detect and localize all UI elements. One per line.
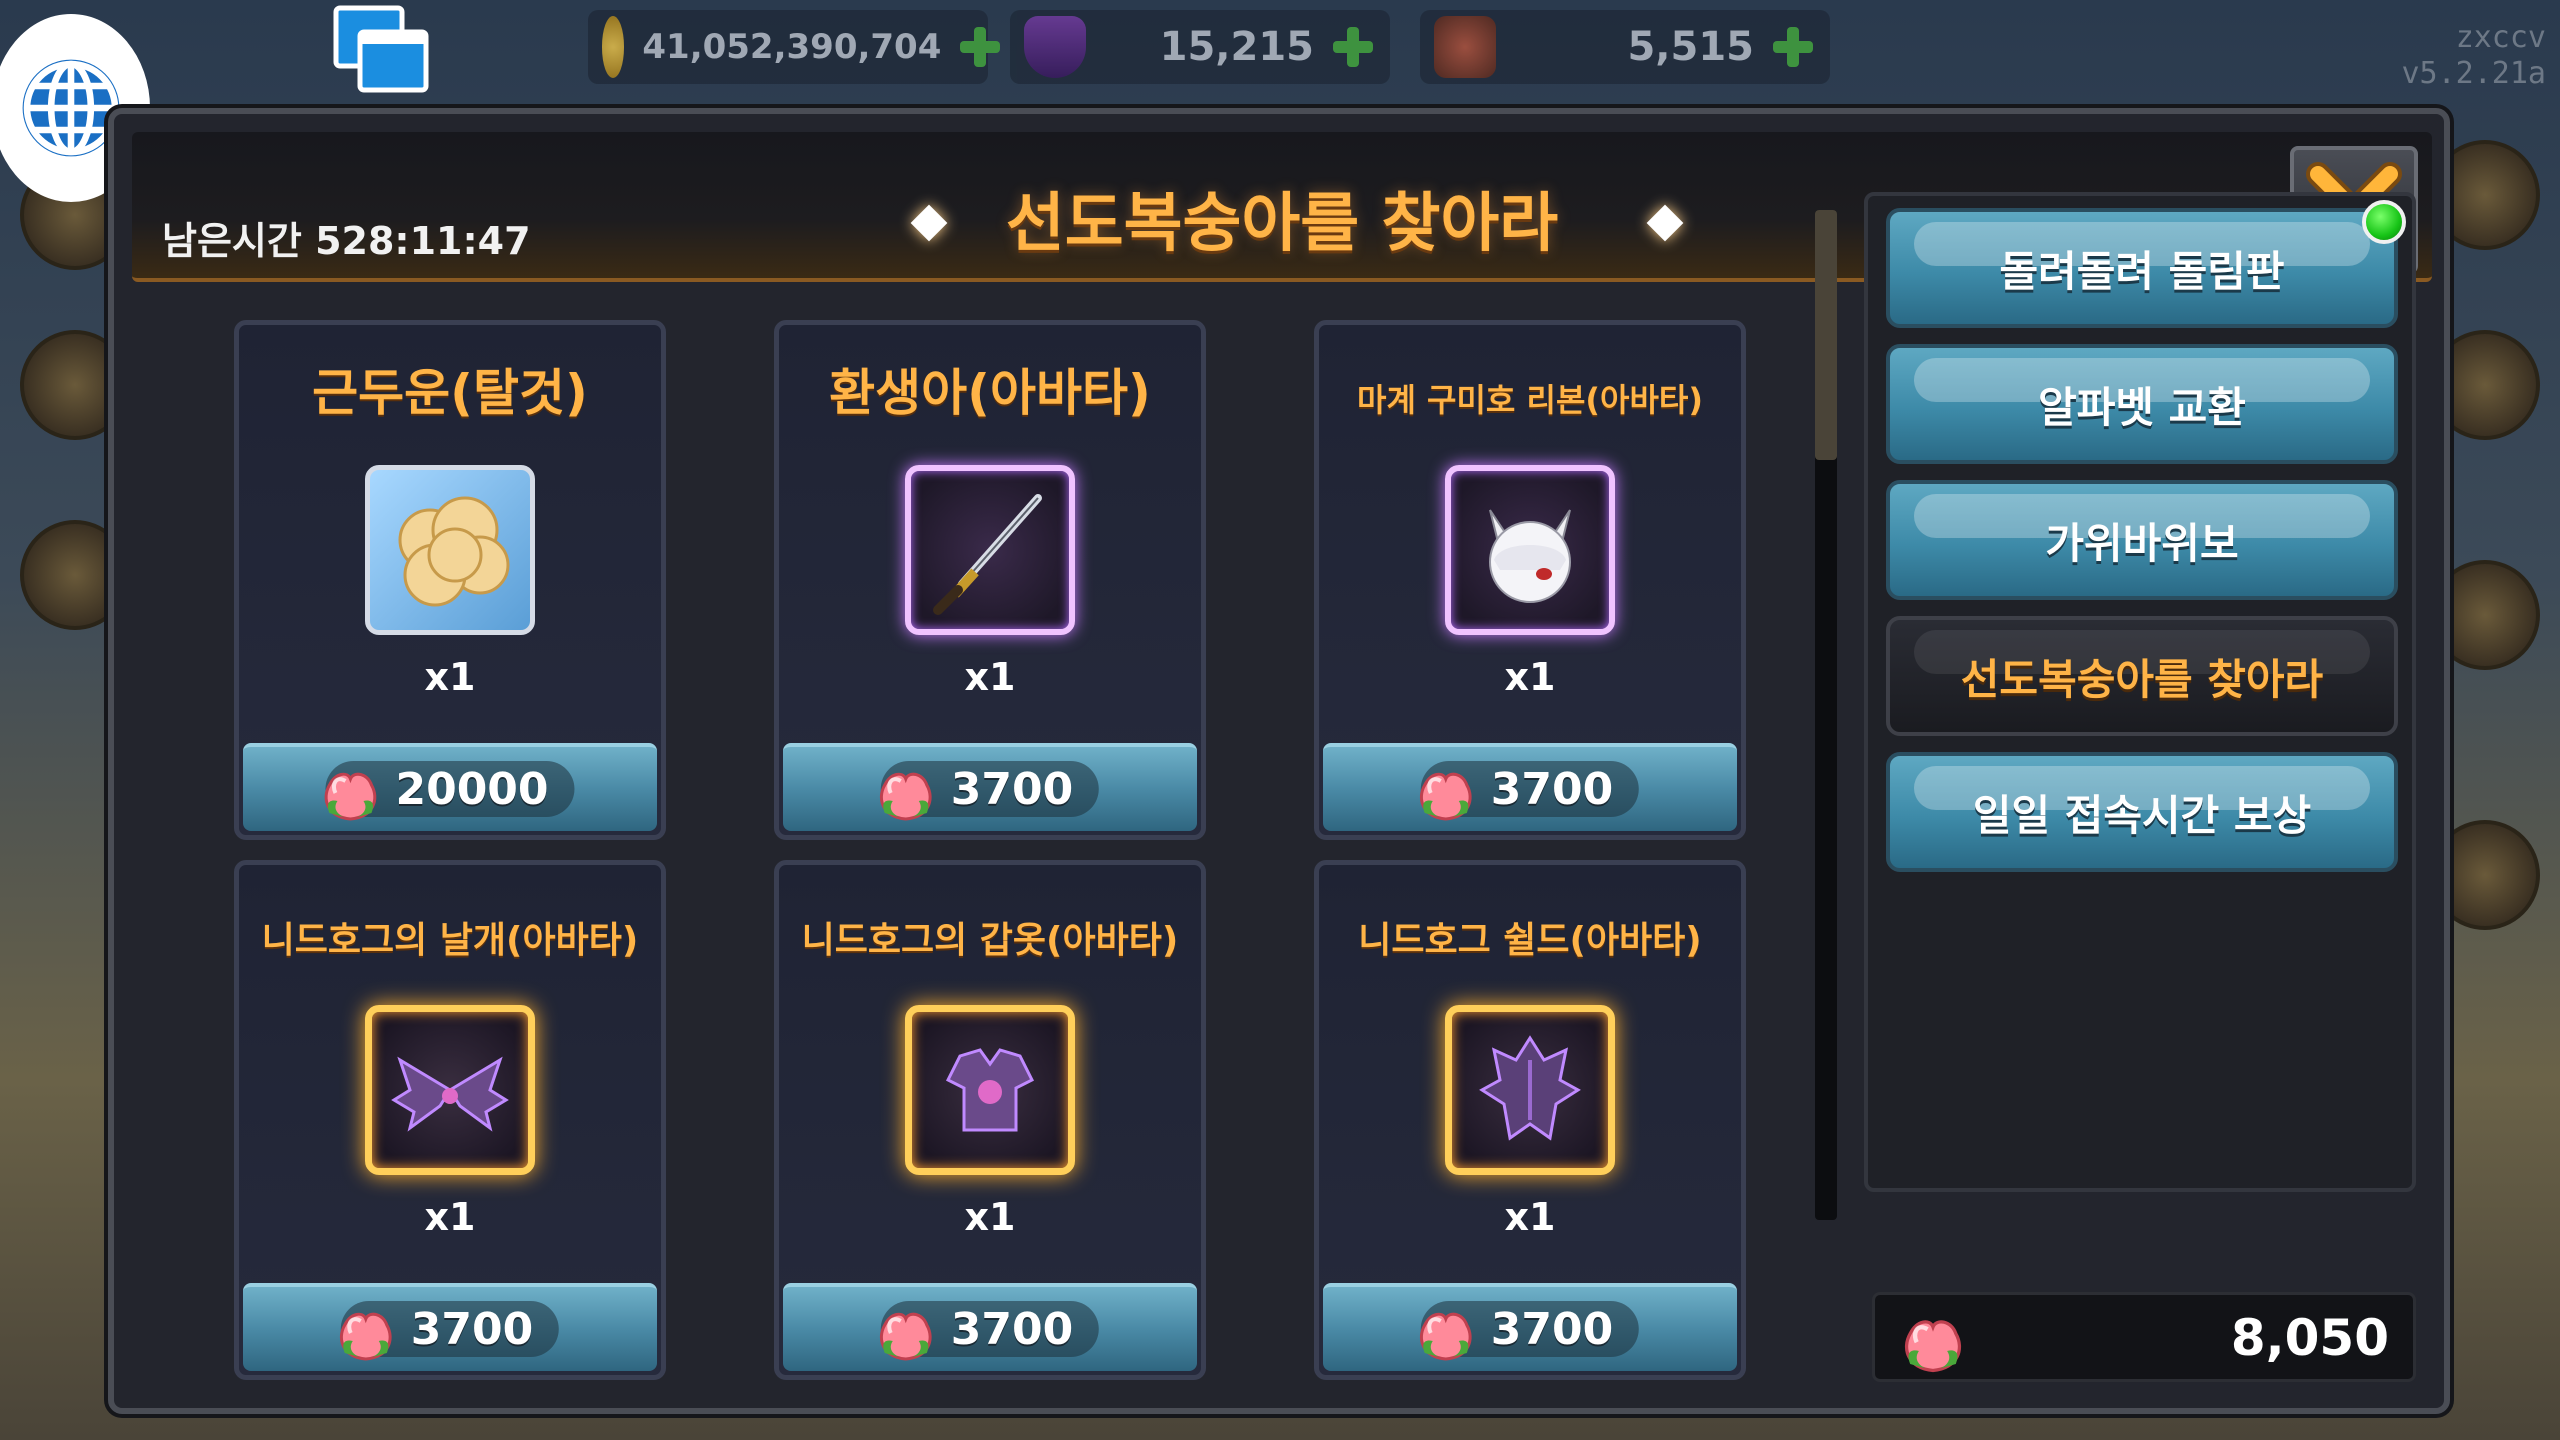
item-price: 3700 [410, 1303, 534, 1355]
gem-counter: 15,215 [1010, 10, 1390, 84]
shop-item-card[interactable]: 근두운(탈것) x1 20000 [234, 320, 666, 840]
shop-item-card[interactable]: 니드호그의 갑옷(아바타) x1 3700 [774, 860, 1206, 1380]
buy-button[interactable]: 3700 [1323, 1283, 1737, 1371]
shop-item-card[interactable]: 니드호그 쉴드(아바타) x1 3700 [1314, 860, 1746, 1380]
item-quantity: x1 [1504, 655, 1556, 699]
peach-balance: 8,050 [1872, 1292, 2416, 1382]
item-quantity: x1 [964, 1195, 1016, 1239]
item-name: 니드호그의 날개(아바타) [261, 920, 639, 961]
user-name: zxccv [2455, 20, 2546, 55]
item-price: 20000 [395, 763, 549, 815]
gem-value: 15,215 [1159, 24, 1314, 70]
menu-rock-paper-scissors-button[interactable]: 가위바위보 [1886, 480, 2398, 600]
peach-icon [1904, 1320, 1962, 1373]
buy-button[interactable]: 3700 [783, 1283, 1197, 1371]
add-ticket-button[interactable] [1770, 24, 1816, 70]
wings-icon [365, 1005, 535, 1175]
event-menu: 돌려돌려 돌림판 알파벳 교환 가위바위보 선도복숭아를 찾아라 일일 접속시간… [1864, 192, 2416, 1192]
menu-label: 선도복숭아를 찾아라 [1960, 654, 2324, 704]
peach-icon [1419, 772, 1472, 821]
item-name: 마계 구미호 리본(아바타) [1357, 381, 1703, 419]
gem-icon [1024, 16, 1086, 78]
item-price: 3700 [1490, 763, 1614, 815]
ticket-counter: 5,515 [1420, 10, 1830, 84]
item-name: 근두운(탈것) [312, 364, 588, 422]
buy-button[interactable]: 3700 [783, 743, 1197, 831]
menu-roulette-button[interactable]: 돌려돌려 돌림판 [1886, 200, 2406, 328]
multi-window-button[interactable] [330, 4, 434, 96]
balance-value: 8,050 [2230, 1309, 2389, 1367]
buy-button[interactable]: 20000 [243, 743, 657, 831]
item-price: 3700 [950, 763, 1074, 815]
shop-item-card[interactable]: 마계 구미호 리본(아바타) x1 3700 [1314, 320, 1746, 840]
item-price: 3700 [1490, 1303, 1614, 1355]
menu-label: 돌려돌려 돌림판 [1999, 246, 2285, 296]
peach-icon [879, 772, 932, 821]
menu-alphabet-exchange-button[interactable]: 알파벳 교환 [1886, 344, 2398, 464]
gold-value: 41,052,390,704 [642, 27, 942, 67]
menu-label: 일일 접속시간 보상 [1972, 790, 2312, 840]
scrollbar-thumb[interactable] [1815, 210, 1837, 460]
add-gold-button[interactable] [957, 24, 1000, 70]
peach-icon [324, 772, 377, 821]
add-gem-button[interactable] [1330, 24, 1376, 70]
shop-item-card[interactable]: 환생아(아바타) x1 3700 [774, 320, 1206, 840]
item-quantity: x1 [1504, 1195, 1556, 1239]
version-number: v5.2.21a [2401, 56, 2547, 91]
item-quantity: x1 [424, 655, 476, 699]
peach-icon [1419, 1312, 1472, 1361]
armor-icon [905, 1005, 1075, 1175]
item-quantity: x1 [424, 1195, 476, 1239]
item-quantity: x1 [964, 655, 1016, 699]
shield-icon [1445, 1005, 1615, 1175]
ticket-value: 5,515 [1627, 24, 1754, 70]
item-name: 니드호그 쉴드(아바타) [1358, 920, 1702, 961]
peach-icon [879, 1312, 932, 1361]
peach-icon [339, 1312, 392, 1361]
page-title: 선도복숭아를 찾아라 [1005, 187, 1559, 261]
item-name: 환생아(아바타) [829, 364, 1151, 422]
ticket-icon [1434, 16, 1496, 78]
menu-label: 가위바위보 [2045, 518, 2239, 568]
version-label: zxccv v5.2.21a [2402, 20, 2547, 92]
coin-icon [602, 16, 625, 78]
buy-button[interactable]: 3700 [243, 1283, 657, 1371]
item-price: 3700 [950, 1303, 1074, 1355]
cloud-icon [365, 465, 535, 635]
fox-ribbon-icon [1445, 465, 1615, 635]
notification-dot [2362, 200, 2406, 244]
menu-daily-reward-button[interactable]: 일일 접속시간 보상 [1886, 752, 2398, 872]
buy-button[interactable]: 3700 [1323, 743, 1737, 831]
menu-label: 알파벳 교환 [2038, 382, 2246, 432]
menu-find-peach-button[interactable]: 선도복숭아를 찾아라 [1886, 616, 2398, 736]
item-name: 니드호그의 갑옷(아바타) [801, 920, 1179, 961]
shop-item-card[interactable]: 니드호그의 날개(아바타) x1 3700 [234, 860, 666, 1380]
windows-icon [333, 5, 429, 93]
gold-counter: 41,052,390,704 [588, 10, 1000, 84]
item-list-scrollbar[interactable] [1815, 210, 1837, 1220]
sword-icon [905, 465, 1075, 635]
